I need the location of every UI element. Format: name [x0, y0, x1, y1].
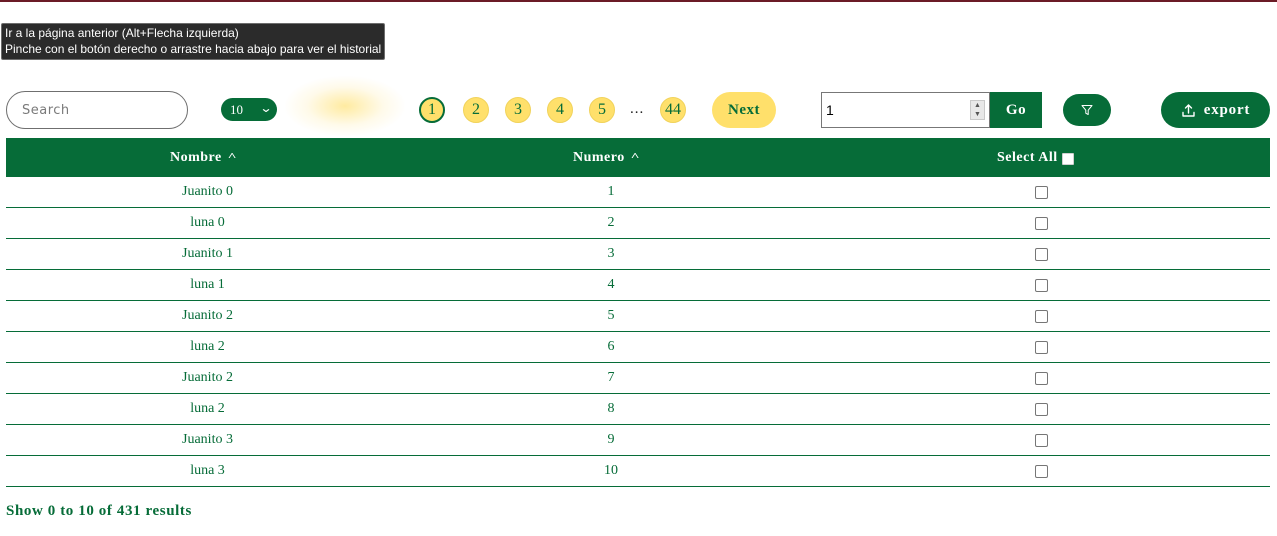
go-button[interactable]: Go: [990, 92, 1042, 128]
table-row: Juanito 2 7: [6, 363, 1270, 394]
cell-nombre: Juanito 0: [182, 184, 233, 199]
column-header-label: Nombre: [170, 149, 222, 165]
cell-numero: 7: [607, 370, 615, 385]
export-button[interactable]: export: [1161, 92, 1270, 128]
row-checkbox[interactable]: [1034, 185, 1048, 199]
upload-icon: [1182, 103, 1195, 117]
top-border: [0, 0, 1277, 2]
table-row: Juanito 1 3: [6, 239, 1270, 270]
results-table: Nombre ^ Numero ^ Select All Juanito 0 1…: [6, 138, 1270, 487]
page-button-1[interactable]: 1: [419, 97, 445, 123]
results-summary: Show 0 to 10 of 431 results: [6, 503, 192, 519]
highlight-glow: [285, 76, 405, 136]
row-checkbox[interactable]: [1034, 433, 1048, 447]
row-select-cell: [1034, 394, 1048, 424]
row-select-cell: [1034, 363, 1048, 393]
row-select-cell: [1034, 270, 1048, 300]
table-row: luna 2 6: [6, 332, 1270, 363]
row-select-cell: [1034, 208, 1048, 238]
cell-nombre: luna 2: [190, 339, 225, 354]
goto-page-input[interactable]: 1 ▲ ▼: [821, 92, 990, 128]
cell-numero: 8: [607, 401, 615, 416]
row-checkbox[interactable]: [1034, 309, 1048, 323]
table-toolbar: 10 ⌄ 1 2 3 4 5 ... 44 Next 1 ▲ ▼ Go expo…: [0, 76, 1277, 136]
number-spinner[interactable]: ▲ ▼: [970, 100, 985, 120]
row-select-cell: [1034, 239, 1048, 269]
search-input[interactable]: [6, 91, 188, 129]
tooltip-line-2: Pinche con el botón derecho o arrastre h…: [5, 42, 382, 56]
cell-numero: 4: [607, 277, 615, 292]
page-button-last[interactable]: 44: [660, 97, 686, 123]
row-checkbox[interactable]: [1034, 216, 1048, 230]
row-checkbox[interactable]: [1034, 371, 1048, 385]
filter-button[interactable]: [1063, 94, 1111, 126]
cell-nombre: Juanito 3: [182, 432, 233, 447]
filter-icon: [1081, 105, 1093, 115]
table-header: Nombre ^ Numero ^ Select All: [6, 138, 1270, 177]
row-select-cell: [1034, 177, 1048, 207]
page-label: 3: [514, 101, 522, 118]
cell-nombre: Juanito 1: [182, 246, 233, 261]
cell-nombre: luna 2: [190, 401, 225, 416]
column-header-select-all: Select All: [997, 138, 1074, 177]
tooltip-line-1: Ir a la página anterior (Alt+Flecha izqu…: [5, 26, 239, 40]
export-label: export: [1203, 101, 1251, 118]
cell-numero: 9: [607, 432, 615, 447]
select-all-checkbox[interactable]: [1061, 152, 1074, 165]
row-checkbox[interactable]: [1034, 247, 1048, 261]
browser-back-tooltip: Ir a la página anterior (Alt+Flecha izqu…: [1, 23, 386, 60]
page-label: 1: [428, 101, 436, 118]
page-label: 44: [665, 101, 681, 118]
cell-numero: 6: [607, 339, 615, 354]
table-row: Juanito 3 9: [6, 425, 1270, 456]
table-row: luna 2 8: [6, 394, 1270, 425]
cell-nombre: Juanito 2: [182, 370, 233, 385]
page-button-3[interactable]: 3: [505, 97, 531, 123]
caret-up-icon: ^: [227, 150, 238, 163]
chevron-down-icon: ⌄: [259, 101, 273, 115]
page-button-5[interactable]: 5: [589, 97, 615, 123]
page-size-value: 10: [230, 101, 243, 117]
cell-numero: 5: [607, 308, 615, 323]
page-label: 4: [556, 101, 564, 118]
row-checkbox[interactable]: [1034, 278, 1048, 292]
goto-page-value: 1: [826, 102, 834, 118]
caret-up-icon: ^: [630, 150, 641, 163]
row-select-cell: [1034, 456, 1048, 486]
cell-nombre: Juanito 2: [182, 308, 233, 323]
column-header-numero[interactable]: Numero ^: [573, 138, 639, 177]
pagination-ellipsis: ...: [630, 101, 645, 117]
cell-nombre: luna 3: [190, 463, 225, 478]
page-label: 2: [472, 101, 480, 118]
cell-numero: 1: [607, 184, 615, 199]
cell-nombre: luna 0: [190, 215, 225, 230]
cell-numero: 3: [607, 246, 615, 261]
table-row: Juanito 2 5: [6, 301, 1270, 332]
spinner-down-icon[interactable]: ▼: [971, 110, 984, 119]
column-header-nombre[interactable]: Nombre ^: [170, 138, 236, 177]
row-checkbox[interactable]: [1034, 464, 1048, 478]
page-label: 5: [598, 101, 606, 118]
page-button-2[interactable]: 2: [463, 97, 489, 123]
row-checkbox[interactable]: [1034, 340, 1048, 354]
row-select-cell: [1034, 425, 1048, 455]
cursor-underline: [181, 54, 188, 55]
row-select-cell: [1034, 332, 1048, 362]
row-select-cell: [1034, 301, 1048, 331]
table-row: luna 0 2: [6, 208, 1270, 239]
row-checkbox[interactable]: [1034, 402, 1048, 416]
table-row: Juanito 0 1: [6, 177, 1270, 208]
next-page-button[interactable]: Next: [712, 92, 776, 128]
select-all-label: Select All: [997, 149, 1058, 165]
table-row: luna 3 10: [6, 456, 1270, 487]
cell-nombre: luna 1: [190, 277, 225, 292]
page-size-select[interactable]: 10 ⌄: [221, 98, 277, 121]
spinner-up-icon[interactable]: ▲: [971, 101, 984, 110]
cell-numero: 10: [604, 463, 618, 478]
cell-numero: 2: [607, 215, 615, 230]
page-button-4[interactable]: 4: [547, 97, 573, 123]
table-row: luna 1 4: [6, 270, 1270, 301]
column-header-label: Numero: [573, 149, 625, 165]
